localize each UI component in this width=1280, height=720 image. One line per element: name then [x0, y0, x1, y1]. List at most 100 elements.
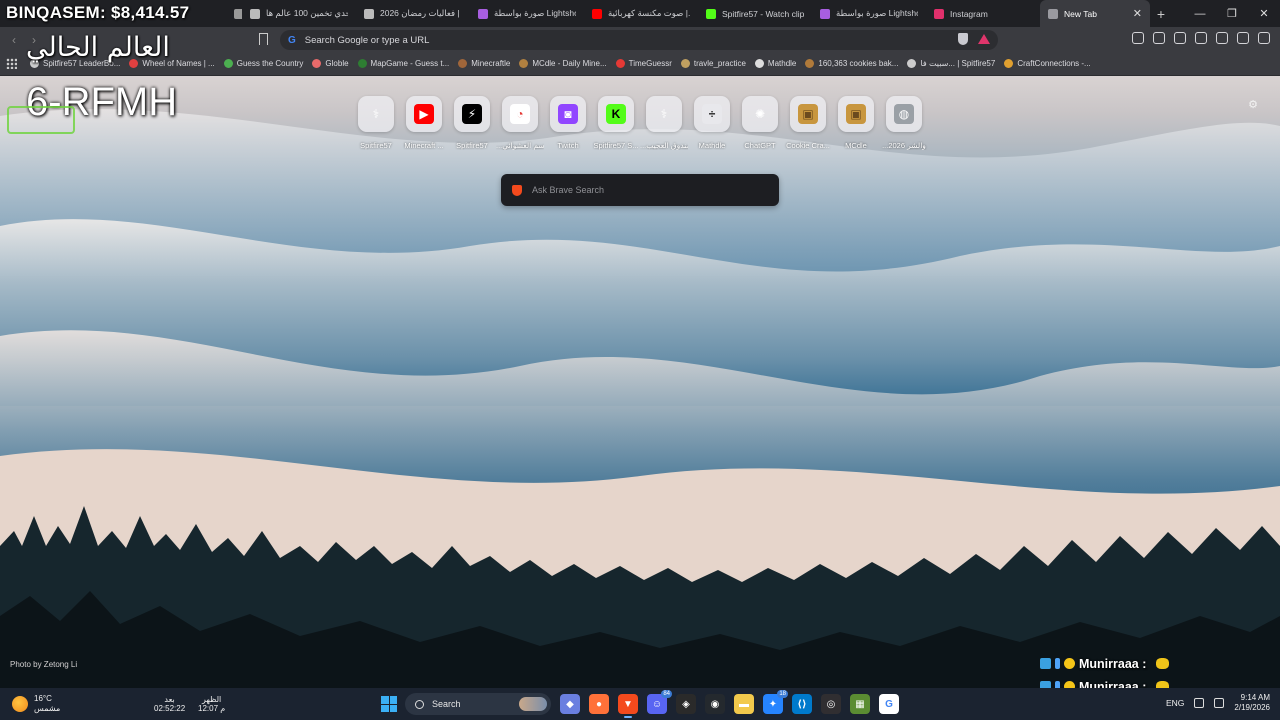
minimize-icon[interactable]: —: [1184, 0, 1216, 27]
top-site-tile[interactable]: ▶ Minecraft ...: [400, 96, 448, 150]
top-site-tile-bg: ◙: [550, 96, 586, 132]
copilot-icon[interactable]: ◆: [560, 694, 580, 714]
sourcetree-icon[interactable]: ✦ 18: [763, 690, 788, 714]
brave-rewards-icon[interactable]: [978, 34, 990, 44]
top-site-tile[interactable]: ◙ Twitch: [544, 96, 592, 150]
weather-text: 16°C مشمس: [34, 694, 60, 714]
extensions-icon[interactable]: [1132, 32, 1144, 44]
tab[interactable]: Instagram: [926, 0, 1040, 27]
window-controls: — ❐ ✕: [1184, 0, 1280, 27]
unity-icon[interactable]: ◈: [676, 694, 696, 714]
back-icon[interactable]: ‹: [4, 33, 24, 47]
top-site-tile[interactable]: ▣ Cookie Cra...: [784, 96, 832, 150]
bookmark-item[interactable]: Minecraftle: [458, 59, 510, 68]
bookmark-favicon-icon: [312, 59, 322, 68]
wheel-icon: ◔: [510, 104, 530, 124]
sidebar-icon[interactable]: [1174, 32, 1186, 44]
tab-title: صورة بواسطة Lightshot: [836, 8, 918, 18]
top-site-tile[interactable]: ◔ ...سم العشوائي: [496, 96, 544, 150]
customize-gear-icon[interactable]: ⚙: [1248, 98, 1258, 111]
dog-emote-icon: [1156, 658, 1170, 669]
countdown-widget[interactable]: بعد 02:52:22: [154, 695, 185, 713]
top-site-tile[interactable]: ⚕ ...صندوق العجيب: [640, 96, 688, 150]
bookmark-favicon-icon: [458, 59, 468, 68]
notification-badge: 84: [661, 690, 672, 698]
language-indicator[interactable]: ENG: [1166, 698, 1184, 708]
top-sites: ⚕ Spitfire57 ▶ Minecraft ... ⚡ Spitfire57 ◔...…: [352, 96, 928, 150]
bookmark-item[interactable]: Mathdle: [754, 59, 796, 68]
kick-icon: K: [606, 104, 626, 124]
brave-icon[interactable]: ▼: [618, 694, 638, 718]
leo-ai-icon[interactable]: [1216, 32, 1228, 44]
tab[interactable]: [226, 0, 242, 27]
cloud-waves: [0, 109, 1280, 688]
tab[interactable]: Spitfire57 - Watch clips: [698, 0, 812, 27]
top-site-tile-bg: ⚡: [454, 96, 490, 132]
photo-credit[interactable]: Photo by Zetong Li: [10, 660, 77, 669]
top-site-tile[interactable]: ⚕ Spitfire57: [352, 96, 400, 150]
google-icon[interactable]: G: [879, 694, 899, 714]
countdown-value: 02:52:22: [154, 704, 186, 713]
top-site-label: Twitch: [557, 141, 579, 150]
discord-icon[interactable]: ☺ 84: [647, 690, 672, 714]
firefox-icon[interactable]: ●: [589, 694, 609, 714]
bookmark-icon[interactable]: [259, 33, 268, 45]
brave-search-placeholder: Ask Brave Search: [532, 185, 605, 195]
close-tab-icon[interactable]: ✕: [1133, 7, 1142, 20]
address-bar[interactable]: G Search Google or type a URL: [280, 30, 998, 50]
tab[interactable]: صورة بواسطة Lightshot: [470, 0, 584, 27]
bookmark-label: Minecraftle: [471, 59, 511, 68]
youtube-icon: ▶: [414, 104, 434, 124]
bookmark-label: سبيت فا... | Spitfire57: [920, 59, 996, 68]
menu-icon[interactable]: [1258, 32, 1270, 44]
prayer-widget[interactable]: الظهر 12:07 م: [198, 695, 225, 713]
system-tray: ENG 9:14 AM 2/19/2026: [1166, 693, 1270, 713]
tab[interactable]: صوت مكنسة كهربائية |...: [584, 0, 698, 27]
bookmark-item[interactable]: MCdle - Daily Mine...: [519, 59, 607, 68]
taskbar-search[interactable]: Search: [405, 693, 551, 715]
tab[interactable]: صورة بواسطة Lightshot: [812, 0, 926, 27]
vscode-icon[interactable]: ⟨⟩: [792, 694, 812, 714]
weather-widget[interactable]: 16°C مشمس: [12, 694, 60, 714]
tab[interactable]: New Tab ✕: [1040, 0, 1150, 27]
github-icon[interactable]: ◉: [705, 694, 725, 714]
feather-icon: [478, 8, 488, 19]
top-site-tile[interactable]: ⚡ Spitfire57: [448, 96, 496, 150]
bookmark-item[interactable]: سبيت فا... | Spitfire57: [907, 59, 995, 68]
new-tab-button[interactable]: +: [1150, 6, 1172, 22]
bookmark-item[interactable]: Guess the Country: [223, 59, 303, 68]
tab[interactable]: فعاليات رمضان 2026 | ...: [356, 0, 470, 27]
top-site-tile[interactable]: ÷ Mathdle: [688, 96, 736, 150]
top-site-tile[interactable]: K Spitfire57 S...: [592, 96, 640, 150]
minecraft-icon[interactable]: ▦: [850, 694, 870, 714]
wallet-icon[interactable]: [1195, 32, 1207, 44]
apps-grid-icon[interactable]: [6, 58, 17, 69]
maximize-icon[interactable]: ❐: [1216, 0, 1248, 27]
tab[interactable]: تحدي تخمين 100 عالم ها...: [242, 0, 356, 27]
top-site-tile[interactable]: ✺ ChatGPT: [736, 96, 784, 150]
top-site-tile[interactable]: ◍ ...والشر 2026: [880, 96, 928, 150]
bookmark-item[interactable]: 160,363 cookies bak...: [805, 59, 898, 68]
bookmark-item[interactable]: Globle: [312, 59, 349, 68]
start-button[interactable]: [381, 696, 397, 712]
media-icon[interactable]: [1153, 32, 1165, 44]
volume-icon[interactable]: [1214, 698, 1225, 708]
top-site-tile[interactable]: ▣ MCdle: [832, 96, 880, 150]
address-bar-placeholder: Search Google or type a URL: [304, 34, 430, 46]
brave-shields-icon[interactable]: [958, 33, 968, 45]
clock[interactable]: 9:14 AM 2/19/2026: [1234, 693, 1270, 713]
vpn-icon[interactable]: [1237, 32, 1249, 44]
bookmark-favicon-icon: [805, 59, 815, 68]
bookmark-item[interactable]: CraftConnections -...: [1004, 59, 1091, 68]
network-icon[interactable]: [1194, 698, 1205, 708]
bookmark-favicon-icon: [680, 59, 690, 68]
obs-icon[interactable]: ◎: [821, 694, 841, 714]
bookmark-item[interactable]: TimeGuessr: [615, 59, 672, 68]
files-icon[interactable]: ▬: [734, 694, 754, 714]
close-window-icon[interactable]: ✕: [1248, 0, 1280, 27]
brave-search-box[interactable]: Ask Brave Search: [501, 174, 779, 206]
feather-icon: [820, 8, 830, 19]
bookmark-item[interactable]: MapGame - Guess t...: [357, 59, 449, 68]
bookmark-item[interactable]: travle_practice: [680, 59, 746, 68]
spitfire-icon: ⚕: [372, 107, 380, 121]
